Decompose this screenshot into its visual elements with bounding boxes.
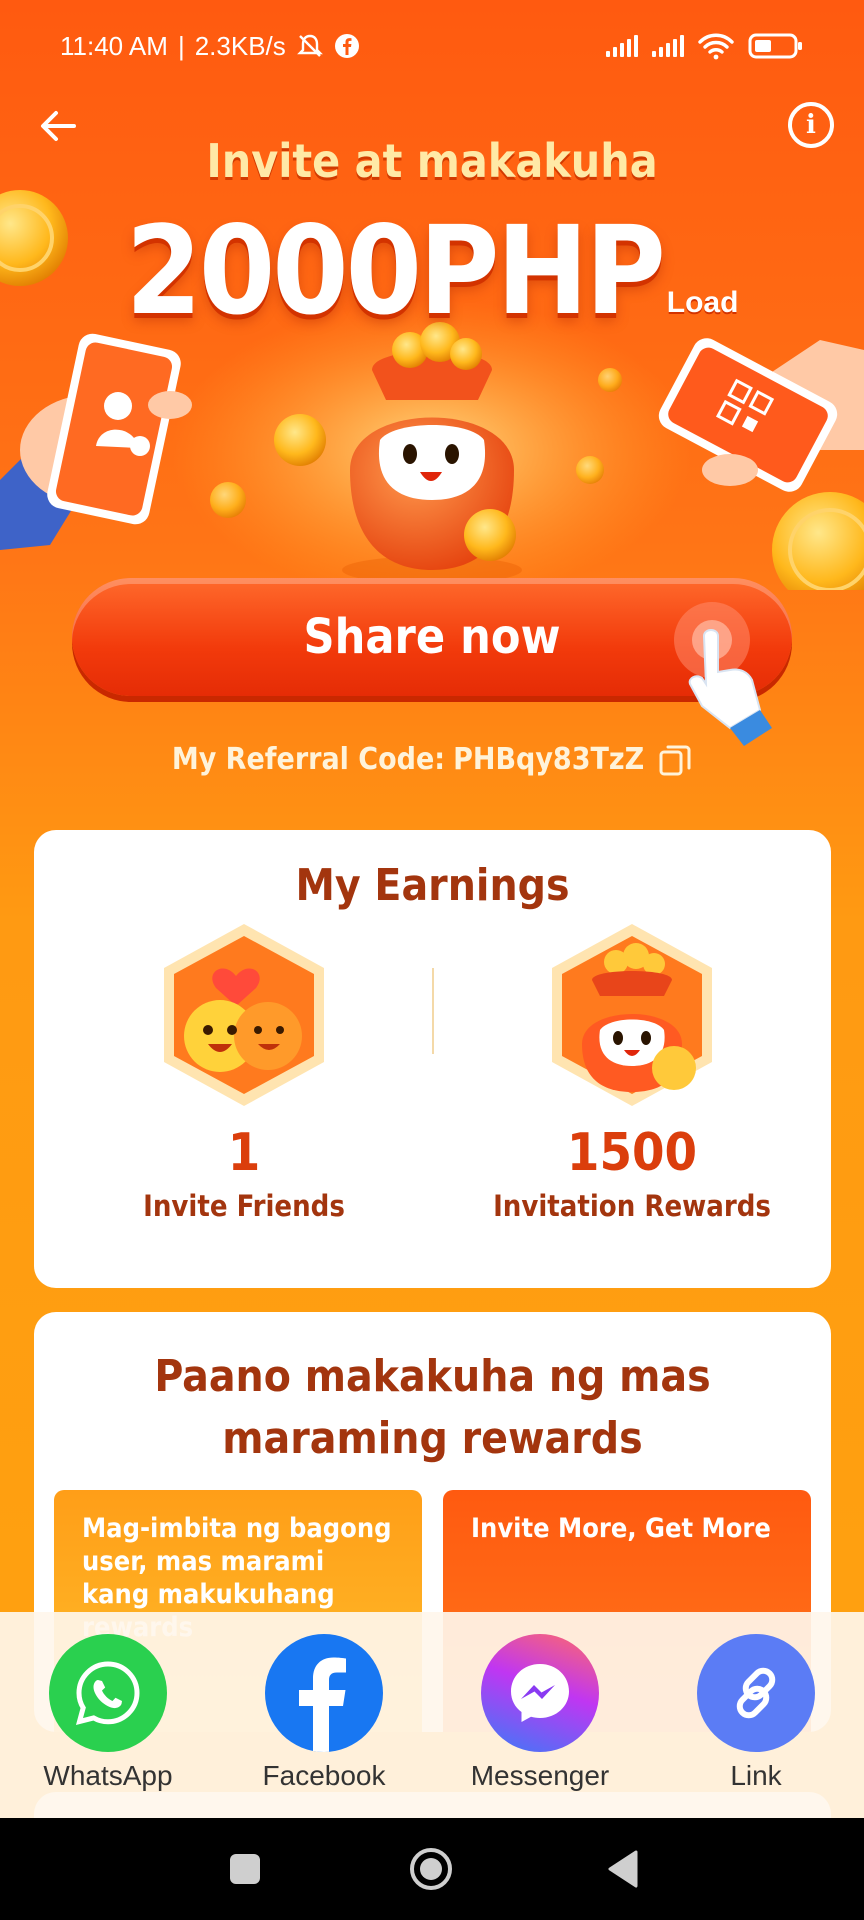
- invitation-rewards-stat: 1500 Invitation Rewards: [452, 920, 812, 1223]
- messenger-label: Messenger: [470, 1760, 610, 1791]
- share-whatsapp-button[interactable]: WhatsApp: [8, 1634, 208, 1792]
- share-now-label: Share now: [303, 609, 561, 665]
- share-link-button[interactable]: Link: [656, 1634, 856, 1792]
- my-earnings-card: My Earnings 1 Invite Friends 1500 Invita…: [34, 830, 831, 1288]
- whatsapp-icon: [75, 1661, 140, 1725]
- whatsapp-label: WhatsApp: [43, 1760, 173, 1791]
- phone-invite-illustration: [0, 333, 192, 550]
- square-icon: [230, 1854, 260, 1884]
- triangle-back-icon: [608, 1850, 638, 1888]
- signal-icon: [606, 35, 638, 57]
- referral-code-value: PHBqy83TzZ: [453, 742, 645, 777]
- friends-hexagon-icon: [164, 924, 324, 1106]
- mute-bell-icon: [296, 34, 323, 57]
- recents-button[interactable]: [220, 1844, 270, 1894]
- link-icon: [736, 1667, 776, 1719]
- share-messenger-button[interactable]: Messenger: [440, 1634, 640, 1792]
- coin-icon-2: [772, 492, 864, 590]
- facebook-notification-icon: [334, 34, 359, 58]
- my-earnings-title: My Earnings: [295, 860, 570, 911]
- copy-icon[interactable]: [658, 743, 692, 777]
- invitation-rewards-value: 1500: [566, 1123, 698, 1183]
- invite-headline: Invite at makakuha: [206, 134, 658, 188]
- invite-friends-count: 1: [227, 1123, 261, 1183]
- rewards-hexagon-icon: [552, 924, 712, 1106]
- invite-friends-stat: 1 Invite Friends: [64, 920, 424, 1223]
- system-nav-bar: [0, 1818, 864, 1920]
- wifi-icon: [698, 33, 734, 60]
- facebook-icon: [299, 1657, 346, 1752]
- facebook-label: Facebook: [262, 1760, 386, 1791]
- link-label: Link: [730, 1760, 782, 1791]
- status-time: 11:40 AM: [60, 30, 168, 61]
- messenger-circle: [481, 1634, 599, 1752]
- share-facebook-button[interactable]: Facebook: [224, 1634, 424, 1792]
- link-circle: [697, 1634, 815, 1752]
- how-to-earn-title: Paano makakuha ng mas maraming rewards: [154, 1351, 711, 1464]
- battery-icon: [748, 33, 802, 59]
- signal-icon-2: [652, 35, 684, 57]
- back-nav-button[interactable]: [598, 1844, 648, 1894]
- referral-code-label: My Referral Code:: [171, 742, 446, 777]
- circle-home-icon: [410, 1848, 452, 1890]
- whatsapp-circle: [49, 1634, 167, 1752]
- referral-code-row: My Referral Code: PHBqy83TzZ: [0, 742, 864, 777]
- reward-amount: 2000PHP: [125, 200, 666, 342]
- earnings-divider: [432, 968, 434, 1054]
- invite-friends-label: Invite Friends: [143, 1189, 345, 1223]
- invitation-rewards-label: Invitation Rewards: [493, 1189, 771, 1223]
- hand-pointer-icon: [674, 602, 772, 746]
- status-bar: 11:40 AM | 2.3KB/s: [0, 0, 864, 92]
- messenger-icon: [511, 1664, 569, 1722]
- facebook-circle: [265, 1634, 383, 1752]
- reward-amount-block: 2000PHP Load: [0, 200, 864, 342]
- home-button[interactable]: [406, 1844, 456, 1894]
- status-net-speed: 2.3KB/s: [194, 30, 286, 61]
- reward-unit: Load: [666, 286, 739, 319]
